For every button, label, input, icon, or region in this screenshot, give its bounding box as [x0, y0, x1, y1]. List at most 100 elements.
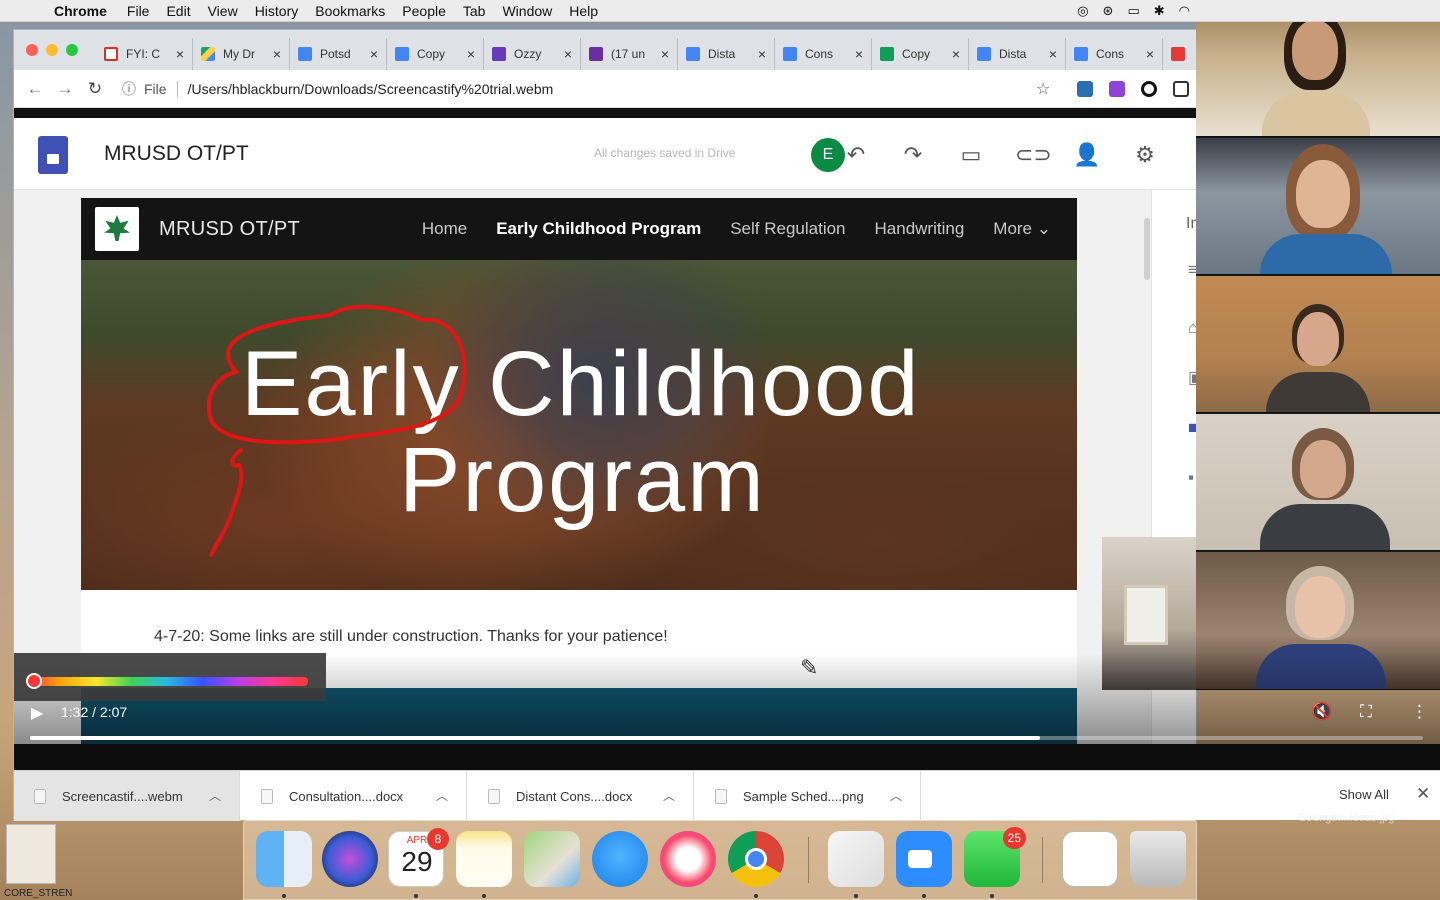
undo-icon[interactable]: ↶	[842, 142, 870, 168]
close-tab-icon[interactable]: ×	[370, 46, 378, 62]
chrome-icon[interactable]	[728, 831, 784, 887]
finder-icon[interactable]	[256, 831, 312, 887]
documents-stack-icon[interactable]	[1062, 831, 1118, 887]
nav-early-childhood[interactable]: Early Childhood Program	[496, 219, 701, 239]
minimize-window-button[interactable]	[46, 44, 58, 56]
close-window-button[interactable]	[26, 44, 38, 56]
more-options-icon[interactable]: ⋮	[1411, 702, 1428, 722]
close-tab-icon[interactable]: ×	[1146, 46, 1154, 62]
participant-video-3[interactable]	[1196, 276, 1440, 413]
tab-sheets[interactable]: Copy ×	[872, 38, 969, 70]
add-person-icon[interactable]: 👤	[1073, 142, 1101, 168]
address-bar[interactable]: ⓘ File /Users/hblackburn/Downloads/Scree…	[122, 75, 1062, 103]
extension-icon[interactable]	[1109, 81, 1125, 97]
site-name[interactable]: MRUSD OT/PT	[159, 218, 300, 241]
nav-handwriting[interactable]: Handwriting	[875, 219, 965, 239]
redo-icon[interactable]: ↷	[899, 142, 927, 168]
accessibility-icon[interactable]: ⊛	[1103, 3, 1114, 19]
menu-bookmarks[interactable]: Bookmarks	[315, 3, 385, 19]
color-picker-handle[interactable]	[26, 673, 42, 689]
chevron-up-icon[interactable]: ︿	[209, 787, 221, 804]
doc-icon[interactable]: ▪	[1188, 468, 1194, 488]
preview-devices-icon[interactable]: ▭	[957, 142, 985, 168]
color-picker-slider[interactable]	[26, 677, 308, 686]
info-icon[interactable]: ⓘ	[122, 79, 136, 99]
airplay-icon[interactable]: ▭	[1127, 3, 1139, 19]
tab-docs[interactable]: Dista ×	[969, 38, 1066, 70]
chevron-up-icon[interactable]: ︿	[663, 787, 675, 804]
download-item[interactable]: Distant Cons....docx ︿	[468, 771, 694, 821]
extension-icon[interactable]	[1077, 81, 1093, 97]
messages-icon[interactable]	[592, 831, 648, 887]
site-logo[interactable]	[95, 207, 139, 251]
back-arrow-icon[interactable]: ←	[20, 79, 50, 99]
hide-icon[interactable]: ▣	[1188, 368, 1196, 388]
download-item[interactable]: Sample Sched....png ︿	[695, 771, 921, 821]
home-icon[interactable]: ⌂	[1188, 318, 1196, 338]
close-tab-icon[interactable]: ×	[564, 46, 572, 62]
canvas-scrollbar[interactable]	[1144, 218, 1150, 280]
menu-history[interactable]: History	[255, 3, 299, 19]
user-avatar[interactable]: E	[811, 138, 845, 172]
tab-docs[interactable]: Dista ×	[678, 38, 775, 70]
close-tab-icon[interactable]: ×	[467, 46, 475, 62]
desktop-file-label[interactable]: Strength...Ideas.jpg	[1299, 812, 1394, 824]
menu-file[interactable]: File	[127, 3, 150, 19]
mute-icon[interactable]: 🔇	[1311, 702, 1332, 722]
show-all-downloads-button[interactable]: Show All	[1339, 787, 1389, 802]
fullscreen-icon[interactable]: ⛶	[1360, 702, 1372, 722]
filter-icon[interactable]: ≡	[1188, 260, 1196, 280]
nav-home[interactable]: Home	[422, 219, 467, 239]
tab-docs[interactable]: Cons ×	[775, 38, 872, 70]
close-tab-icon[interactable]: ×	[855, 46, 863, 62]
google-sites-logo-icon[interactable]	[38, 136, 68, 174]
close-tab-icon[interactable]: ×	[273, 46, 281, 62]
nav-more[interactable]: More ⌄	[993, 219, 1051, 239]
chevron-up-icon[interactable]: ︿	[890, 787, 902, 804]
menu-view[interactable]: View	[208, 3, 238, 19]
maps-icon[interactable]	[524, 831, 580, 887]
bookmark-star-icon[interactable]: ☆	[1036, 79, 1050, 99]
wifi-icon[interactable]: ◠	[1179, 3, 1190, 19]
bluetooth-icon[interactable]: ✱	[1154, 3, 1165, 19]
zoom-window-button[interactable]	[66, 44, 78, 56]
tab-drive[interactable]: My Dr ×	[193, 38, 290, 70]
url-text[interactable]: /Users/hblackburn/Downloads/Screencastif…	[188, 81, 554, 97]
forward-arrow-icon[interactable]: →	[50, 79, 80, 99]
tab-image[interactable]	[1163, 38, 1193, 70]
settings-gear-icon[interactable]: ⚙	[1131, 142, 1159, 168]
cast-icon[interactable]	[1173, 81, 1189, 97]
nav-self-regulation[interactable]: Self Regulation	[730, 219, 845, 239]
participant-video-4[interactable]	[1196, 414, 1440, 551]
link-icon[interactable]: ⊂⊃	[1015, 142, 1052, 168]
chevron-up-icon[interactable]: ︿	[436, 787, 448, 804]
close-tab-icon[interactable]: ×	[1049, 46, 1057, 62]
close-shelf-icon[interactable]: ✕	[1416, 784, 1430, 804]
menu-edit[interactable]: Edit	[166, 3, 190, 19]
trash-icon[interactable]	[1130, 831, 1186, 887]
tab-gmail[interactable]: FYI: C ×	[96, 38, 193, 70]
extension-icon[interactable]	[1141, 81, 1157, 97]
tab-docs[interactable]: Potsd ×	[290, 38, 387, 70]
music-icon[interactable]	[660, 831, 716, 887]
menu-people[interactable]: People	[402, 3, 446, 19]
tab-docs[interactable]: Cons ×	[1066, 38, 1163, 70]
desktop-file-thumbnail[interactable]	[6, 824, 56, 884]
tab-docs[interactable]: Copy ×	[387, 38, 484, 70]
siri-icon[interactable]	[322, 831, 378, 887]
tab-forms[interactable]: Ozzy ×	[484, 38, 581, 70]
close-tab-icon[interactable]: ×	[661, 46, 669, 62]
download-item[interactable]: Screencastif....webm ︿	[14, 771, 240, 821]
close-tab-icon[interactable]: ×	[176, 46, 184, 62]
notes-icon[interactable]	[456, 831, 512, 887]
page-icon[interactable]: ■	[1188, 418, 1196, 438]
textedit-icon[interactable]	[828, 831, 884, 887]
site-doc-title[interactable]: MRUSD OT/PT	[104, 142, 249, 166]
desktop-file-label[interactable]: CORE_STREN	[4, 888, 72, 899]
video-progress-bar[interactable]	[30, 736, 1423, 740]
menubar-app-name[interactable]: Chrome	[54, 3, 107, 19]
zoom-app-icon[interactable]	[896, 831, 952, 887]
calendar-icon[interactable]: APR 29 8	[388, 828, 449, 887]
menu-help[interactable]: Help	[569, 3, 598, 19]
participant-video-2[interactable]	[1196, 138, 1440, 275]
